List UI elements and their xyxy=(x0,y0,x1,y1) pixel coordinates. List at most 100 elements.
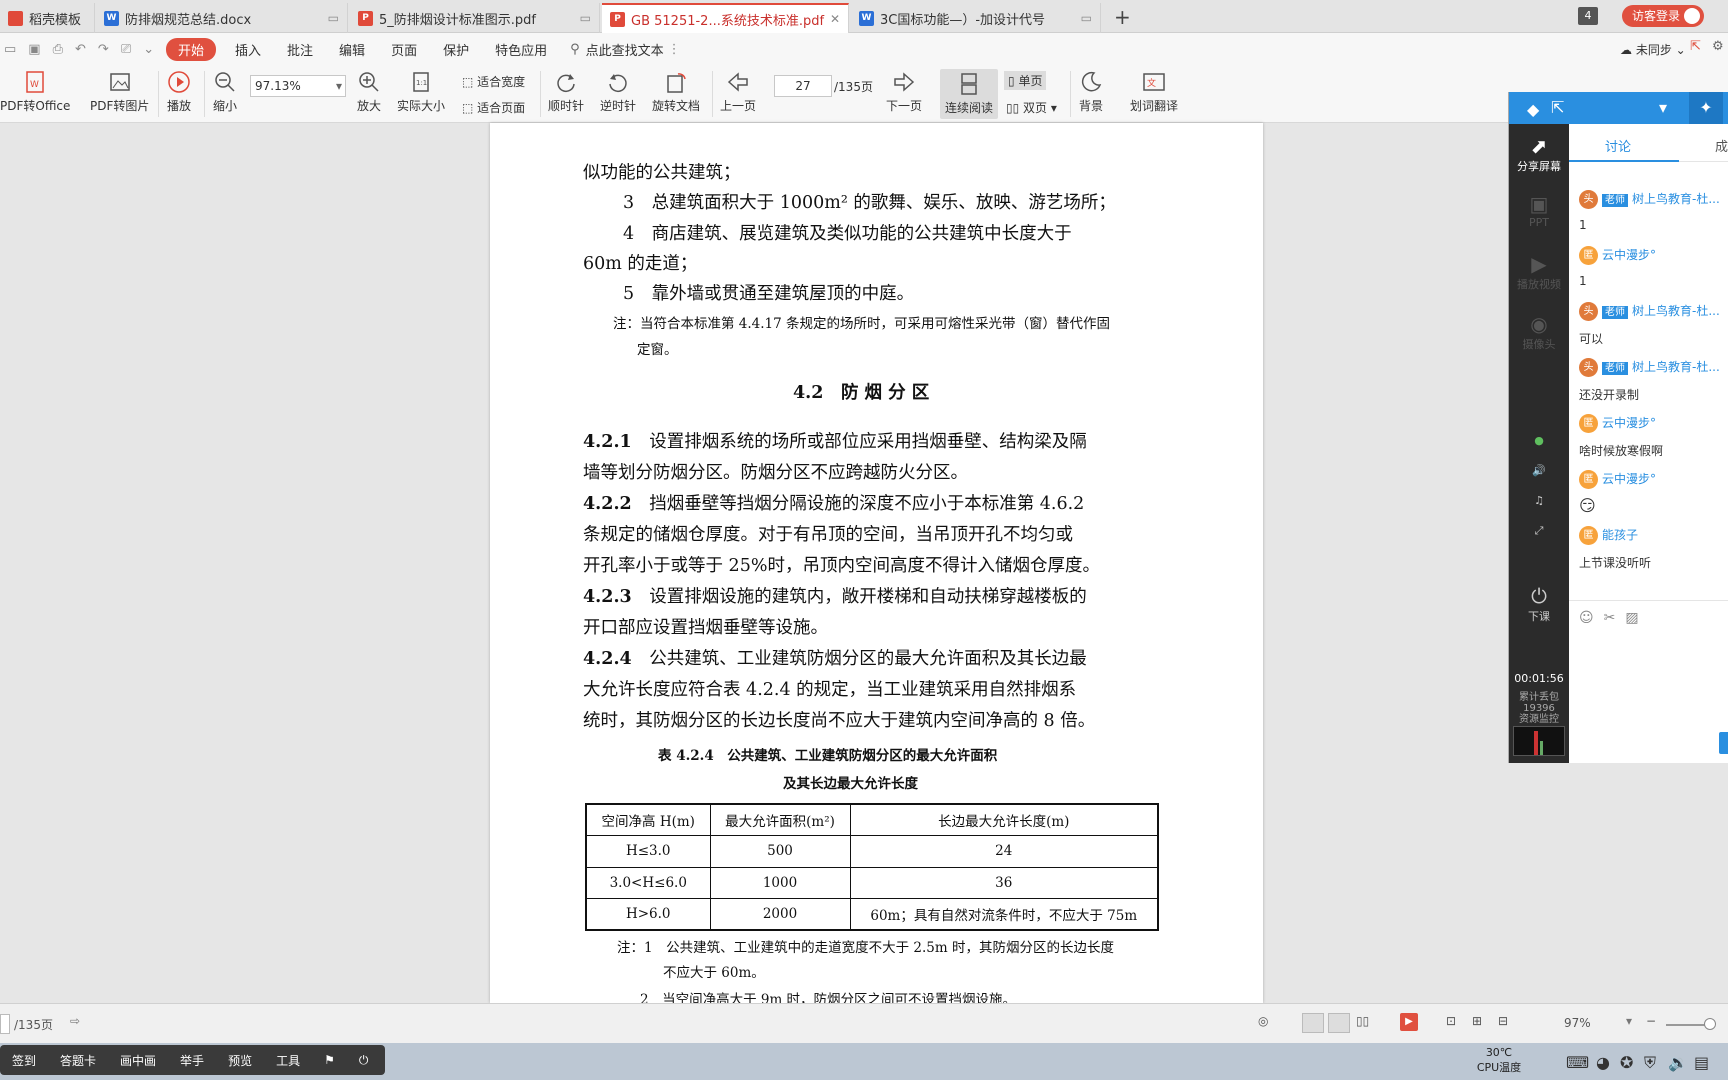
end-class-button[interactable]: ⏻ 下课 xyxy=(1509,584,1569,624)
music-button[interactable]: ♫ xyxy=(1509,494,1569,507)
image-icon[interactable]: ▨ xyxy=(1625,610,1638,626)
home-icon[interactable]: ◆ xyxy=(1527,100,1539,119)
menu-edit[interactable]: 编辑 xyxy=(326,40,378,59)
menu-annotate[interactable]: 批注 xyxy=(274,40,326,59)
sync-status[interactable]: ☁ 未同步 ⌄ xyxy=(1620,41,1686,58)
menu-protect[interactable]: 保护 xyxy=(430,40,482,59)
page-number-input[interactable]: 27 xyxy=(774,75,832,97)
print-icon[interactable]: ⎙ xyxy=(53,42,63,57)
save-icon[interactable]: ▣ xyxy=(28,42,40,57)
dropdown-icon[interactable]: ⌄ xyxy=(143,42,154,57)
fit-page-icon[interactable]: ⊡ xyxy=(1446,1014,1456,1028)
tab-word-doc[interactable]: W 防排烟规范总结.docx ▭ xyxy=(96,3,348,33)
dropdown-icon[interactable]: ▾ xyxy=(1626,1014,1632,1028)
single-view-button[interactable] xyxy=(1328,1013,1350,1033)
emoji-icon[interactable]: ☺ xyxy=(1579,610,1594,626)
volume-icon[interactable]: 🔉 xyxy=(1668,1053,1688,1072)
checkin-button[interactable]: 签到 xyxy=(0,1052,48,1069)
fit-width-icon[interactable]: ⊞ xyxy=(1472,1014,1482,1028)
format-icon[interactable]: ⎚ xyxy=(121,42,131,57)
picture-in-picture-button[interactable]: 画中画 xyxy=(108,1052,168,1069)
tab-discussion[interactable]: 讨论 xyxy=(1605,136,1631,155)
send-button[interactable] xyxy=(1719,732,1728,754)
next-page-button[interactable]: 下一页 xyxy=(886,69,922,114)
search-icon[interactable]: ⚲ xyxy=(570,42,580,57)
speaker-button[interactable]: 🔊 xyxy=(1509,464,1569,477)
rotate-document-button[interactable]: 旋转文档 xyxy=(652,69,700,114)
play-icon[interactable]: ▶ xyxy=(1400,1013,1418,1031)
pin-icon[interactable]: ▭ xyxy=(580,11,591,25)
share-icon[interactable]: ⇱ xyxy=(1690,39,1701,54)
rotate-clockwise-button[interactable]: 顺时针 xyxy=(548,69,584,114)
zoom-out-icon[interactable]: − xyxy=(1646,1014,1656,1028)
play-button[interactable]: 播放 xyxy=(166,69,192,114)
redo-icon[interactable]: ↷ xyxy=(98,42,109,57)
tab-pdf-standard-illustration[interactable]: P 5_防排烟设计标准图示.pdf ▭ xyxy=(350,3,600,33)
preview-button[interactable]: 预览 xyxy=(216,1052,264,1069)
settings-icon[interactable]: ⚙ xyxy=(1712,39,1724,54)
flag-icon[interactable]: ⚑ xyxy=(312,1053,347,1067)
single-page-button[interactable]: ▯ 单页 xyxy=(1004,71,1047,90)
pin-icon[interactable]: ▭ xyxy=(328,11,339,25)
pin-icon[interactable]: ▭ xyxy=(1081,11,1092,25)
tab-gb51251-pdf[interactable]: P GB 51251-2...系统技术标准.pdf ✕ xyxy=(602,3,849,33)
tab-docer[interactable]: 稻壳模板 xyxy=(0,3,95,33)
continuous-read-button[interactable]: 连续阅读 xyxy=(940,69,998,119)
zoom-slider-handle[interactable] xyxy=(1704,1018,1716,1030)
scissors-icon[interactable]: ✂ xyxy=(1604,610,1616,626)
dropdown-icon[interactable]: ▾ xyxy=(336,76,342,96)
menu-features[interactable]: 特色应用 xyxy=(482,40,560,59)
tab-count-badge[interactable]: 4 xyxy=(1578,7,1598,25)
chevron-down-icon[interactable]: ▾ xyxy=(1659,98,1667,117)
zoom-in-button[interactable]: 放大 xyxy=(356,69,382,114)
raise-hand-button[interactable]: 举手 xyxy=(168,1052,216,1069)
background-button[interactable]: 背景 xyxy=(1078,69,1104,114)
keyboard-icon[interactable]: ⌨ xyxy=(1566,1053,1589,1072)
tools-button[interactable]: 工具 xyxy=(264,1052,312,1069)
rotate-counterclockwise-button[interactable]: 逆时针 xyxy=(600,69,636,114)
menu-start[interactable]: 开始 xyxy=(166,37,217,61)
eye-protection-icon[interactable]: ◎ xyxy=(1258,1014,1268,1028)
more-icon[interactable]: ⋮ xyxy=(668,42,681,57)
answer-card-button[interactable]: 答题卡 xyxy=(48,1052,108,1069)
actual-size-button[interactable]: 1:1 实际大小 xyxy=(397,69,445,114)
share-screen-button[interactable]: ⬈ 分享屏幕 xyxy=(1509,134,1569,174)
fit-width-button[interactable]: ⬚ 适合宽度 xyxy=(462,73,525,90)
search-text-button[interactable]: 点此查找文本 xyxy=(586,40,664,59)
tray-icon[interactable]: ✪ xyxy=(1620,1053,1633,1072)
folder-icon[interactable]: ▭ xyxy=(4,42,16,57)
camera-button[interactable]: ◉ 摄像头 xyxy=(1509,312,1569,352)
export-icon[interactable]: ⇱ xyxy=(1551,98,1564,117)
double-page-button[interactable]: ▯▯ 双页 ▾ xyxy=(1006,99,1057,116)
zoom-input[interactable]: 97.13% ▾ xyxy=(250,75,346,97)
pin-icon[interactable]: ✦ xyxy=(1689,92,1723,124)
tab-other[interactable]: 成 xyxy=(1715,136,1728,155)
power-icon[interactable]: ⏻ xyxy=(347,1053,381,1068)
arrow-right-icon[interactable]: ⇨ xyxy=(70,1014,80,1028)
shield-icon[interactable]: ⛨ xyxy=(1644,1053,1656,1073)
prev-page-button[interactable]: 上一页 xyxy=(720,69,756,114)
tab-3c-doc[interactable]: W 3C国标功能—）-加设计代号 ▭ xyxy=(851,3,1101,33)
play-video-button[interactable]: ▶ 播放视频 xyxy=(1509,252,1569,292)
pdf-to-office-button[interactable]: W PDF转Office xyxy=(0,69,70,114)
page-input-small[interactable] xyxy=(0,1014,10,1034)
rotate-icon[interactable]: ⊟ xyxy=(1498,1014,1508,1028)
network-icon[interactable]: ▤ xyxy=(1694,1053,1709,1072)
qq-icon[interactable]: ◕ xyxy=(1596,1053,1610,1072)
ppt-button[interactable]: ▣ PPT xyxy=(1509,192,1569,229)
undo-icon[interactable]: ↶ xyxy=(75,42,86,57)
translate-button[interactable]: 文划词翻译 xyxy=(1130,69,1178,114)
menu-insert[interactable]: 插入 xyxy=(222,40,274,59)
login-button[interactable]: 访客登录 xyxy=(1622,5,1704,27)
fit-page-button[interactable]: ⬚ 适合页面 xyxy=(462,99,525,116)
zoom-level[interactable]: 97% xyxy=(1564,1016,1591,1030)
mic-button[interactable]: ● xyxy=(1509,434,1569,447)
double-view-icon[interactable]: ▯▯ xyxy=(1356,1014,1369,1028)
continuous-view-button[interactable] xyxy=(1302,1013,1324,1033)
fullscreen-button[interactable]: ⤢ xyxy=(1509,524,1569,538)
close-icon[interactable]: ✕ xyxy=(830,12,840,26)
menu-page[interactable]: 页面 xyxy=(378,40,430,59)
pdf-to-image-button[interactable]: PDF转图片 xyxy=(90,69,149,114)
zoom-out-button[interactable]: 缩小 xyxy=(212,69,238,114)
new-tab-button[interactable]: + xyxy=(1114,5,1131,29)
